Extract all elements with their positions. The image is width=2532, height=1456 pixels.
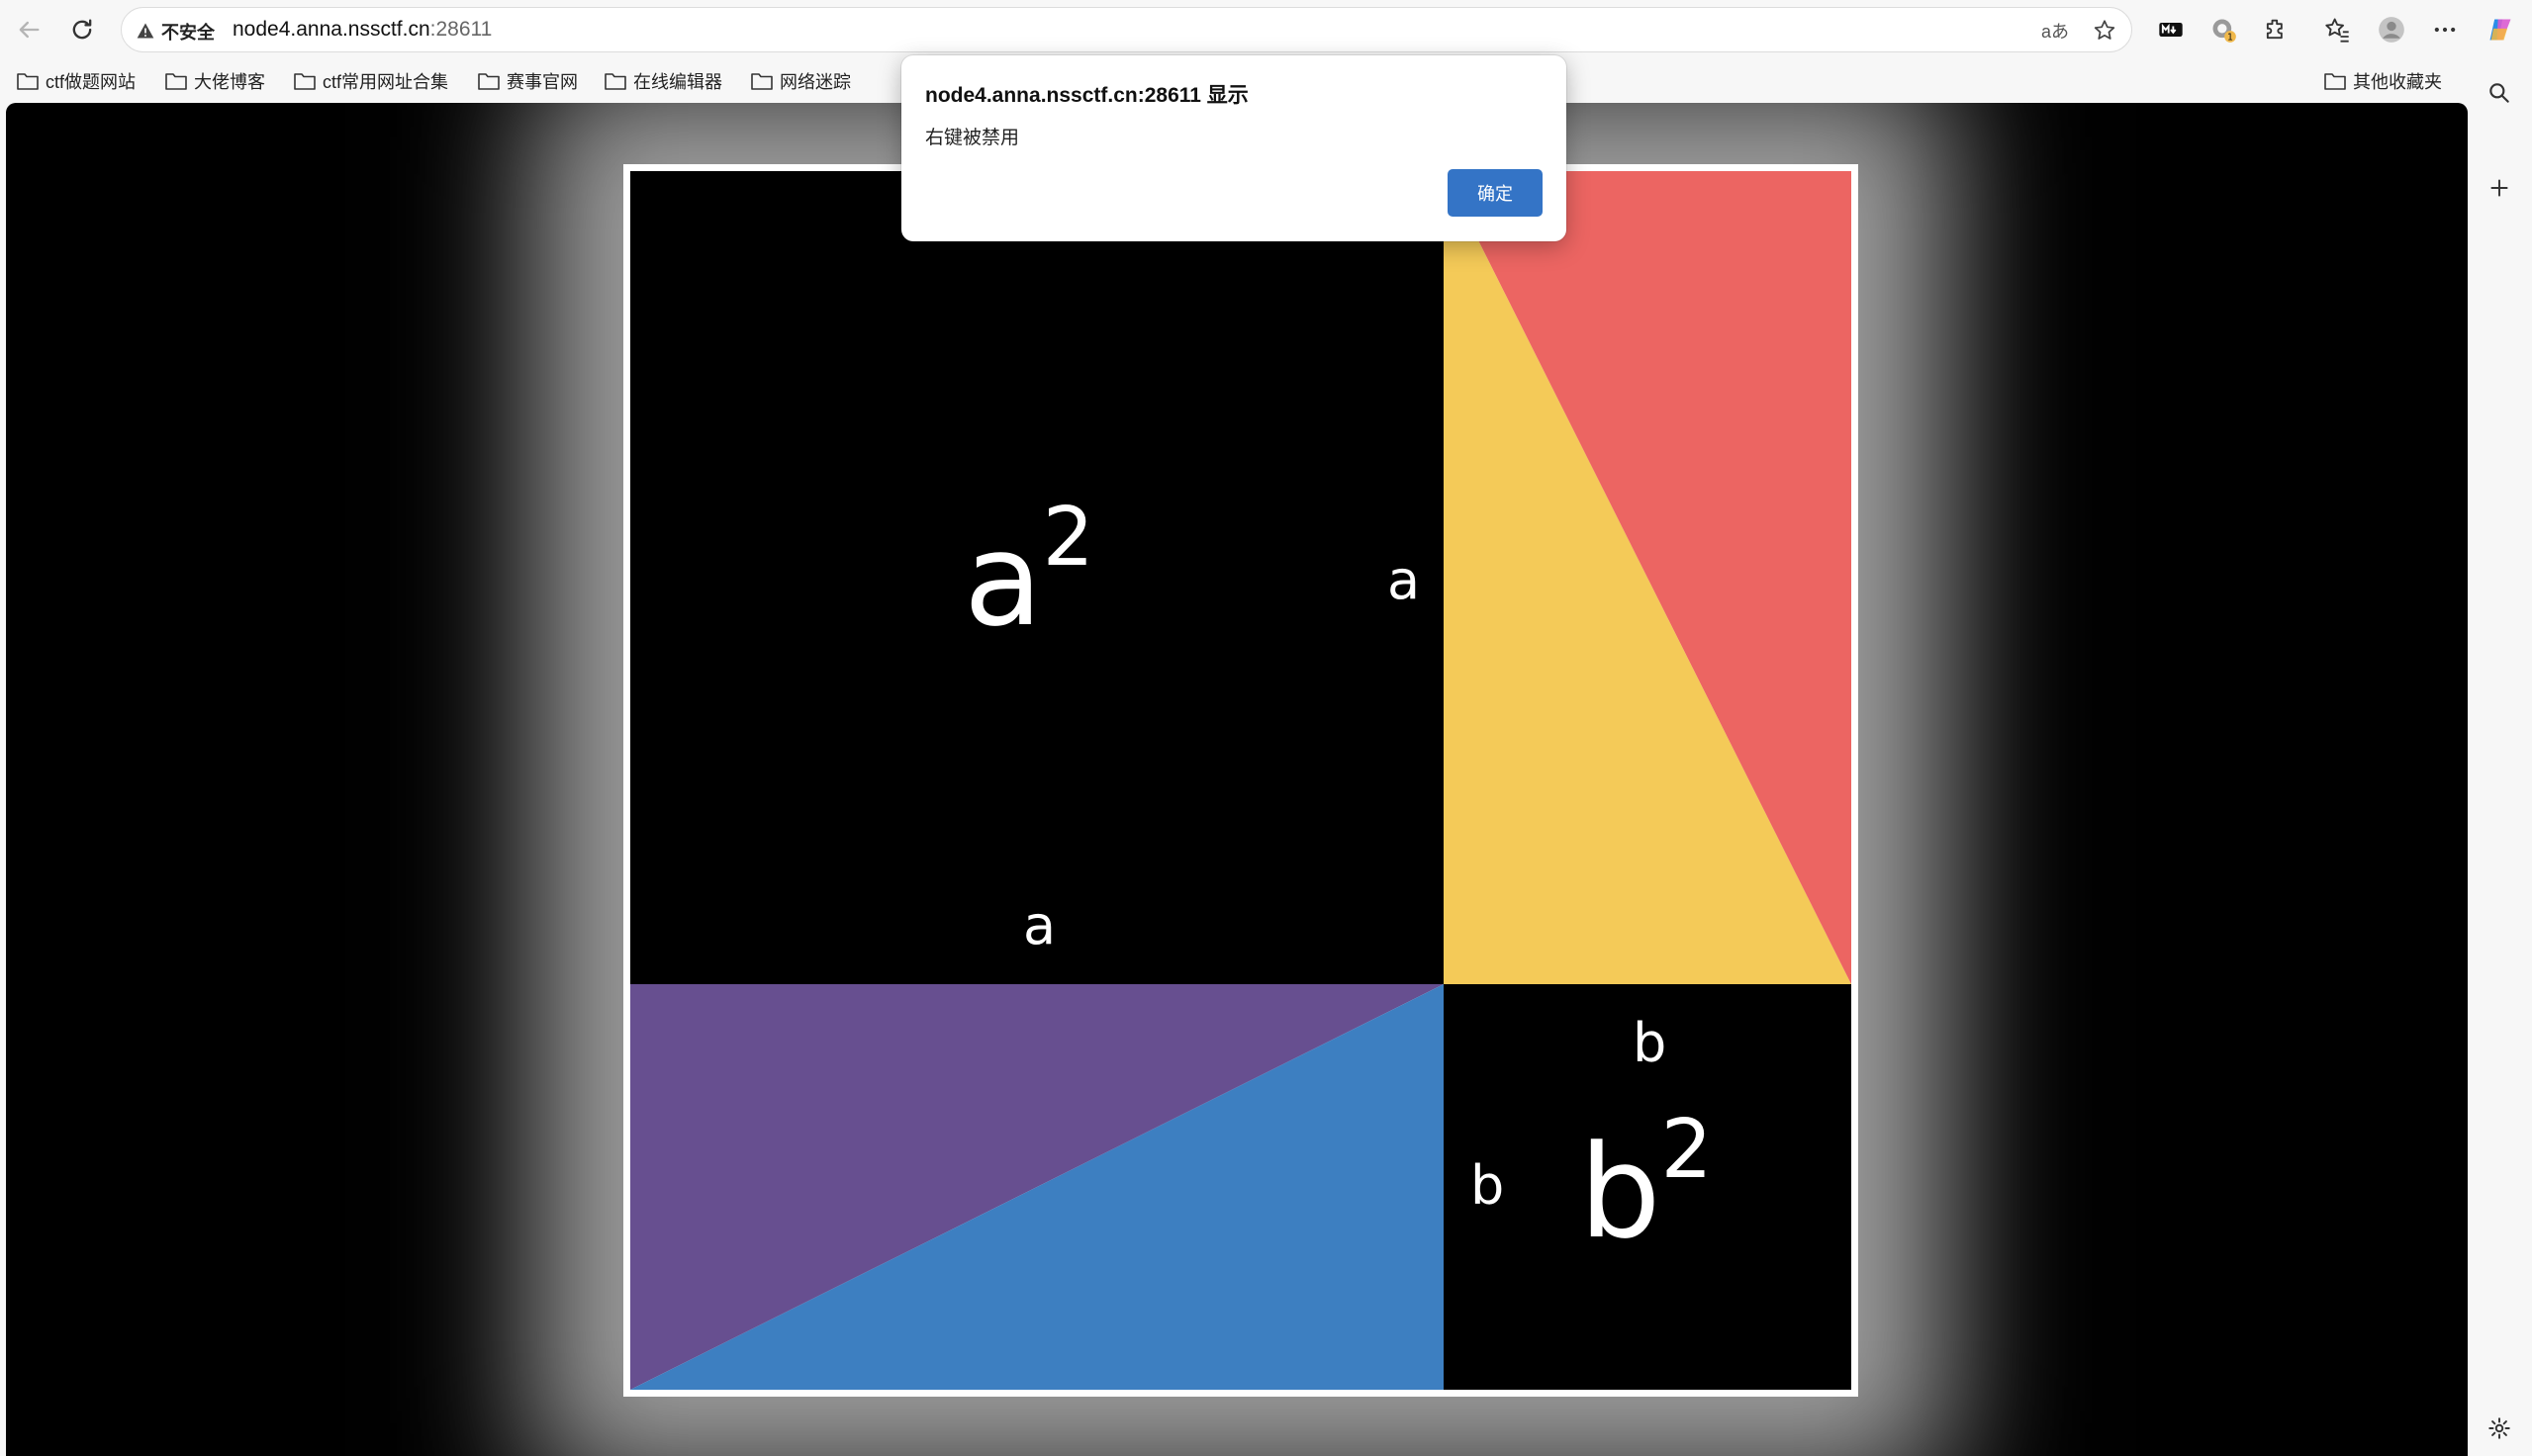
pythagoras-figure: a2 a a b b b2 <box>623 164 1858 1397</box>
bookmark-label: 赛事官网 <box>507 72 578 92</box>
translate-icon: aあ <box>2041 22 2070 42</box>
a-squared-exponent: 2 <box>1042 491 1094 585</box>
a-squared-label: a2 <box>964 498 1094 645</box>
reload-icon <box>72 19 92 40</box>
browser-toolbar: 不安全 node4.anna.nssctf.cn:28611 aあ 1 <box>0 0 2532 59</box>
sidebar-settings-button[interactable] <box>2482 1410 2517 1446</box>
puzzle-icon <box>2266 19 2283 40</box>
folder-icon <box>2324 73 2346 90</box>
not-secure-label[interactable]: 不安全 <box>161 19 215 45</box>
folder-icon <box>478 73 500 90</box>
dialog-message: 右键被禁用 <box>925 128 1020 148</box>
bookmark-label: 网络迷踪 <box>780 72 851 92</box>
extension-badge-icon: 1 <box>2212 19 2236 44</box>
plus-icon <box>2490 179 2508 197</box>
ellipsis-icon <box>2434 27 2456 33</box>
profile-button[interactable] <box>2373 11 2410 48</box>
copilot-icon <box>2489 19 2511 41</box>
edge-sidebar <box>2468 59 2532 1456</box>
favorites-button[interactable] <box>2318 11 2356 48</box>
ok-button[interactable]: 确定 <box>1448 169 1543 217</box>
url-host: node4.anna.nssctf.cn <box>233 18 430 41</box>
copilot-button[interactable] <box>2482 11 2519 48</box>
back-button[interactable] <box>10 11 47 48</box>
bookmark-label: 在线编辑器 <box>633 72 722 92</box>
reload-button[interactable] <box>63 11 101 48</box>
markdown-icon <box>2159 23 2183 37</box>
svg-text:1: 1 <box>2227 33 2233 44</box>
side-a-bottom-label: a <box>1023 894 1057 956</box>
address-bar[interactable]: 不安全 node4.anna.nssctf.cn:28611 aあ <box>121 7 2132 52</box>
markdown-extension-button[interactable] <box>2152 11 2190 48</box>
more-menu-button[interactable] <box>2426 11 2464 48</box>
folder-icon <box>17 73 39 90</box>
warning-icon <box>137 23 154 39</box>
bookmark-ctf-sites[interactable]: ctf做题网站 <box>16 67 136 95</box>
sidebar-add-button[interactable] <box>2482 170 2517 206</box>
folder-icon <box>751 73 773 90</box>
b-squared-exponent: 2 <box>1660 1103 1713 1197</box>
sidebar-search-button[interactable] <box>2482 75 2517 111</box>
page-content: a2 a a b b b2 <box>6 103 2468 1456</box>
bookmark-osint[interactable]: 网络迷踪 <box>750 67 851 95</box>
bookmark-label: ctf常用网址合集 <box>323 72 449 92</box>
bookmark-label: ctf做题网站 <box>46 72 137 92</box>
favorite-button[interactable] <box>2091 17 2118 45</box>
bookmark-contest-sites[interactable]: 赛事官网 <box>477 67 578 95</box>
side-a-right-label: a <box>1387 549 1421 611</box>
bookmark-online-editors[interactable]: 在线编辑器 <box>604 67 722 95</box>
url-text[interactable]: node4.anna.nssctf.cn:28611 <box>233 18 492 42</box>
dialog-title: node4.anna.nssctf.cn:28611 显示 <box>925 84 1249 107</box>
avatar-icon <box>2379 17 2404 43</box>
url-port: :28611 <box>429 18 493 41</box>
gear-icon <box>2488 1417 2510 1439</box>
b-squared-label: b2 <box>1579 1110 1713 1257</box>
alert-dialog: node4.anna.nssctf.cn:28611 显示 右键被禁用 确定 <box>901 55 1566 241</box>
star-icon <box>2094 20 2115 40</box>
bookmark-ctf-links[interactable]: ctf常用网址合集 <box>293 67 448 95</box>
bookmark-expert-blogs[interactable]: 大佬博客 <box>164 67 265 95</box>
bookmark-label: 其他收藏夹 <box>2353 72 2442 92</box>
extension-badge-button[interactable]: 1 <box>2204 11 2242 48</box>
extensions-button[interactable] <box>2257 11 2295 48</box>
translate-button[interactable]: aあ <box>2041 17 2069 45</box>
bookmark-other-favorites[interactable]: 其他收藏夹 <box>2323 67 2442 95</box>
arrow-left-icon <box>19 21 40 39</box>
folder-icon <box>294 73 316 90</box>
folder-icon <box>605 73 626 90</box>
favorites-star-icon <box>2325 18 2349 43</box>
side-b-left-label: b <box>1470 1154 1505 1217</box>
search-icon <box>2489 83 2509 103</box>
bookmark-label: 大佬博客 <box>194 72 265 92</box>
folder-icon <box>165 73 187 90</box>
a-squared-base: a <box>964 504 1043 655</box>
b-squared-base: b <box>1579 1117 1661 1267</box>
side-b-top-label: b <box>1633 1012 1667 1074</box>
